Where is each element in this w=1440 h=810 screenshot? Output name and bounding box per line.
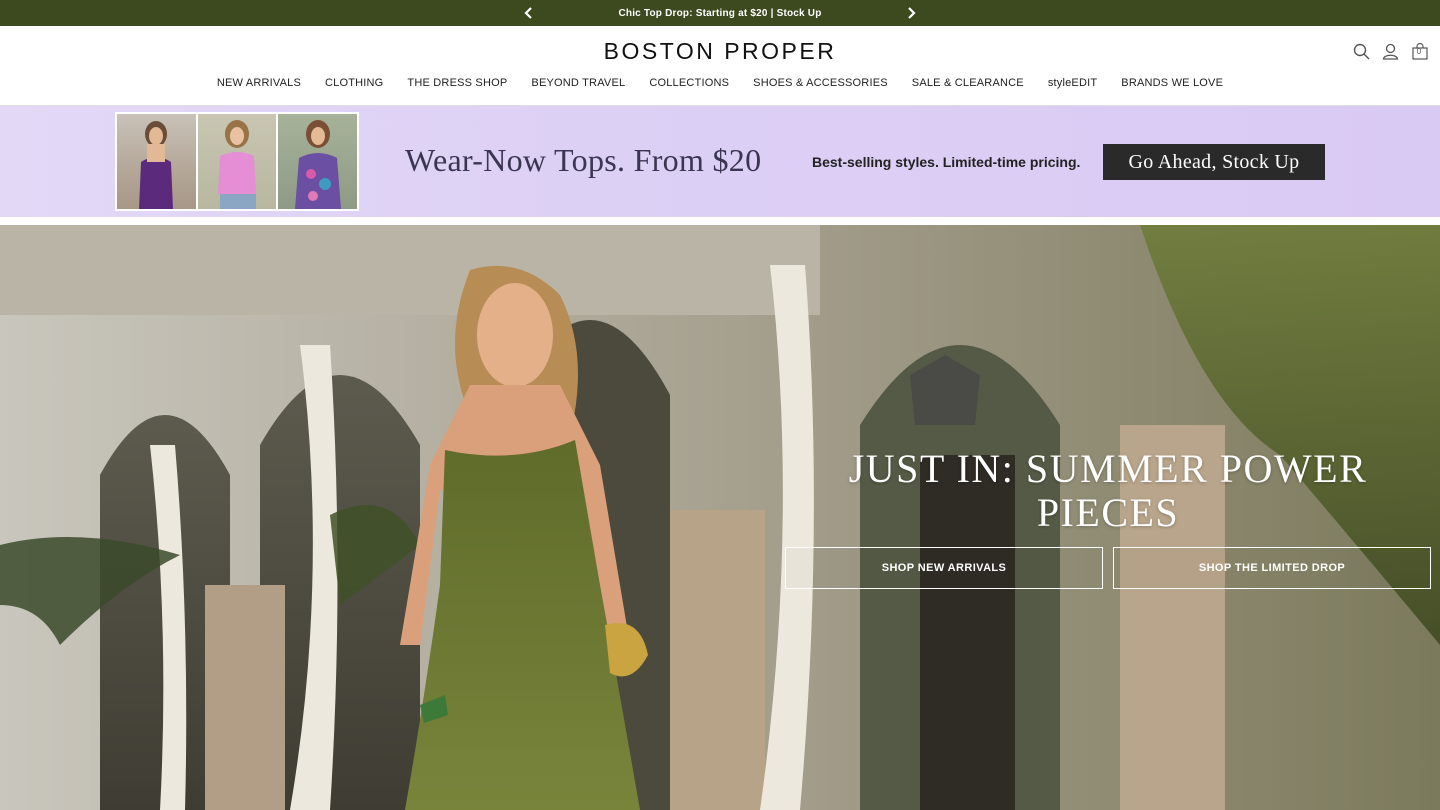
shop-limited-drop-button[interactable]: SHOP THE LIMITED DROP — [1113, 547, 1431, 589]
bag-button[interactable]: 0 — [1411, 42, 1428, 60]
nav-styleedit[interactable]: styleEDIT — [1048, 77, 1097, 89]
announcement-next-button[interactable] — [902, 4, 920, 22]
hero-title: JUST IN: SUMMER POWER PIECES — [848, 446, 1368, 535]
nav-new-arrivals[interactable]: NEW ARRIVALS — [217, 77, 301, 89]
promo-headline: Wear-Now Tops. From $20 — [405, 142, 762, 178]
main-nav: NEW ARRIVALS CLOTHING THE DRESS SHOP BEY… — [0, 77, 1440, 89]
account-icon — [1382, 43, 1399, 60]
site-header: BOSTON PROPER 0 NEW ARRIVALS CLOTHING TH… — [0, 26, 1440, 106]
nav-collections[interactable]: COLLECTIONS — [649, 77, 729, 89]
promo-cta-button[interactable]: Go Ahead, Stock Up — [1103, 144, 1325, 180]
promo-thumb-purple-top — [117, 114, 196, 209]
nav-sale-clearance[interactable]: SALE & CLEARANCE — [912, 77, 1024, 89]
bag-count: 0 — [1416, 47, 1422, 56]
account-button[interactable] — [1382, 42, 1399, 60]
chevron-left-icon — [524, 7, 532, 19]
search-button[interactable] — [1353, 42, 1370, 60]
search-icon — [1353, 43, 1370, 60]
nav-shoes-accessories[interactable]: SHOES & ACCESSORIES — [753, 77, 888, 89]
site-logo[interactable]: BOSTON PROPER — [0, 38, 1440, 65]
nav-clothing[interactable]: CLOTHING — [325, 77, 383, 89]
nav-beyond-travel[interactable]: BEYOND TRAVEL — [531, 77, 625, 89]
chevron-right-icon — [908, 7, 916, 19]
nav-brands-we-love[interactable]: BRANDS WE LOVE — [1121, 77, 1223, 89]
promo-thumbnails — [115, 112, 359, 211]
header-icons: 0 — [1353, 42, 1428, 60]
promo-banner[interactable]: Wear-Now Tops. From $20 Best-selling sty… — [0, 106, 1440, 217]
promo-subtext: Best-selling styles. Limited-time pricin… — [812, 154, 1081, 170]
shop-new-arrivals-button[interactable]: SHOP NEW ARRIVALS — [785, 547, 1103, 589]
announcement-prev-button[interactable] — [520, 4, 538, 22]
hero-banner[interactable]: JUST IN: SUMMER POWER PIECES SHOP NEW AR… — [0, 225, 1440, 810]
nav-dress-shop[interactable]: THE DRESS SHOP — [407, 77, 507, 89]
announcement-bar: Chic Top Drop: Starting at $20 | Stock U… — [0, 0, 1440, 26]
announcement-text[interactable]: Chic Top Drop: Starting at $20 | Stock U… — [618, 8, 821, 19]
promo-thumb-print-top — [278, 114, 358, 209]
promo-thumb-pink-top — [197, 114, 277, 209]
